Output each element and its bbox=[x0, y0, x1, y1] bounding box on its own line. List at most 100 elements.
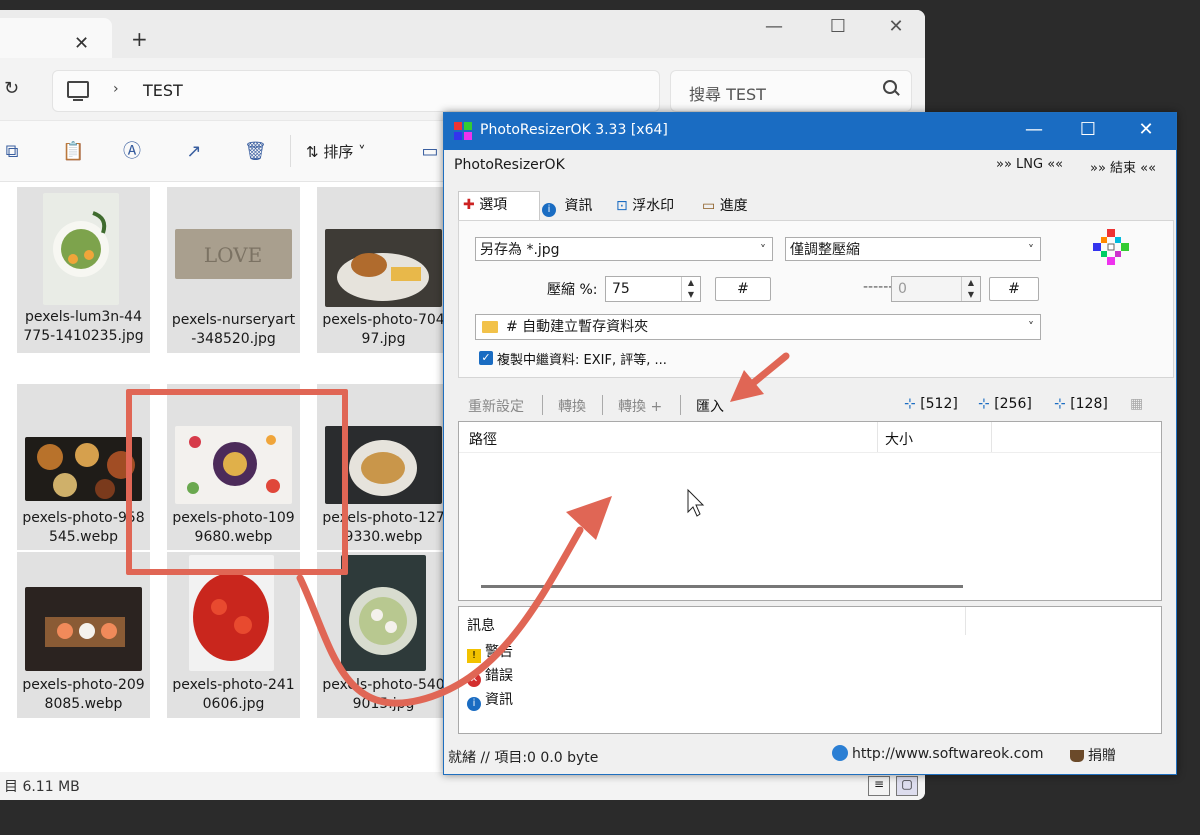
view-icon[interactable]: ▭ bbox=[420, 143, 440, 161]
horizontal-scrollbar[interactable] bbox=[481, 585, 963, 588]
maximize-icon[interactable]: ☐ bbox=[818, 16, 858, 37]
tab-bar: ✕ + — ☐ ✕ bbox=[0, 10, 925, 58]
size-label: [256] bbox=[994, 396, 1032, 412]
reset-button[interactable]: 重新設定 bbox=[468, 396, 524, 416]
donate-label: 捐贈 bbox=[1088, 748, 1116, 764]
tab-info[interactable]: i 資訊 bbox=[538, 193, 612, 219]
delete-icon[interactable]: 🗑 bbox=[244, 143, 267, 161]
share-icon[interactable]: ↗ bbox=[184, 143, 204, 161]
chevron-right-icon[interactable]: › bbox=[113, 81, 119, 97]
warning-filter[interactable]: ! 警告 bbox=[467, 641, 513, 663]
import-button[interactable]: 匯入 bbox=[696, 396, 724, 416]
search-icon[interactable] bbox=[883, 80, 897, 94]
chevron-down-icon: ˅ bbox=[1028, 320, 1034, 334]
size-512-button[interactable]: ⊹ [512] bbox=[904, 396, 958, 412]
file-item[interactable]: LOVE pexels-nurseryart-348520.jpg bbox=[167, 187, 300, 353]
add-tab-icon[interactable]: + bbox=[131, 27, 148, 51]
menu-bar: PhotoResizerOK »» LNG «« »» 結束 «« bbox=[444, 151, 1176, 179]
computer-icon bbox=[67, 81, 89, 101]
spinner-arrows-icon[interactable]: ▲ ▼ bbox=[681, 277, 700, 301]
file-item[interactable]: pexels-photo-2410606.jpg bbox=[167, 552, 300, 718]
compression-spinner[interactable]: 75 ▲ ▼ bbox=[605, 276, 701, 302]
action-divider bbox=[680, 395, 681, 415]
paste-icon[interactable]: 📋 bbox=[62, 143, 84, 161]
error-filter[interactable]: ✕ 錯誤 bbox=[467, 665, 513, 687]
globe-icon bbox=[832, 745, 848, 761]
convert-button[interactable]: 轉換 bbox=[558, 396, 586, 416]
minimize-icon[interactable]: — bbox=[754, 16, 794, 37]
size-256-button[interactable]: ⊹ [256] bbox=[978, 396, 1032, 412]
action-divider bbox=[602, 395, 603, 415]
convert-plus-button[interactable]: 轉換 + bbox=[618, 396, 662, 416]
close-window-icon[interactable]: ✕ bbox=[876, 16, 916, 37]
rename-icon[interactable]: Ⓐ bbox=[122, 143, 142, 161]
details-view-icon[interactable]: ≡ bbox=[868, 776, 890, 796]
compression-hash-button[interactable]: # bbox=[715, 277, 771, 301]
close-tab-icon[interactable]: ✕ bbox=[74, 33, 89, 54]
action-bar: 重新設定 轉換 轉換 + 匯入 ⊹ [512] ⊹ [256] ⊹ [128] … bbox=[458, 393, 1172, 415]
tab-label: 選項 bbox=[479, 197, 508, 213]
file-thumbnail bbox=[25, 587, 142, 671]
grid-icon[interactable]: ▦ bbox=[1130, 396, 1143, 412]
window-title: PhotoResizerOK 3.33 [x64] bbox=[480, 122, 668, 138]
chevron-down-icon: ˅ bbox=[1028, 243, 1034, 257]
resize-icon: ⊹ bbox=[1054, 396, 1066, 412]
folder-value: # 自動建立暫存資料夾 bbox=[506, 319, 649, 335]
copy-metadata-checkbox[interactable]: ✓ bbox=[479, 351, 493, 365]
address-path: TEST bbox=[143, 81, 183, 100]
tab-watermark[interactable]: ⊡ 浮水印 bbox=[612, 193, 696, 219]
tab-options[interactable]: ✚ 選項 bbox=[458, 191, 540, 220]
info-filter[interactable]: i 資訊 bbox=[467, 689, 513, 711]
annotation-highlight-box bbox=[126, 389, 348, 575]
refresh-icon[interactable]: ↻ bbox=[4, 78, 19, 99]
save-as-select[interactable]: 另存為 *.jpg ˅ bbox=[475, 237, 773, 261]
file-item[interactable]: pexels-lum3n-44775-1410235.jpg bbox=[17, 187, 150, 353]
donate-link[interactable]: 捐贈 bbox=[1070, 745, 1116, 765]
tab-label: 進度 bbox=[719, 198, 748, 214]
message-header: 訊息 bbox=[467, 618, 495, 634]
message-panel: 訊息 ! 警告 ✕ 錯誤 i 資訊 bbox=[458, 606, 1162, 734]
second-hash-button[interactable]: # bbox=[989, 277, 1039, 301]
tab-progress[interactable]: ▭ 進度 bbox=[698, 193, 772, 219]
file-name: pexels-photo-2098085.webp bbox=[22, 677, 145, 712]
compression-value: 75 bbox=[612, 281, 630, 297]
file-name: pexels-nurseryart-348520.jpg bbox=[171, 312, 296, 347]
file-item[interactable]: pexels-photo-70497.jpg bbox=[317, 187, 450, 353]
copy-icon[interactable]: ⧉ bbox=[2, 143, 22, 161]
explorer-tab[interactable]: ✕ bbox=[0, 18, 112, 58]
file-item[interactable]: pexels-photo-2098085.webp bbox=[17, 552, 150, 718]
close-window-icon[interactable]: ✕ bbox=[1126, 119, 1166, 140]
maximize-icon[interactable]: ☐ bbox=[1068, 119, 1108, 140]
file-thumbnail bbox=[325, 229, 442, 307]
second-spinner[interactable]: 0 ▲ ▼ bbox=[891, 276, 981, 302]
sort-button[interactable]: ⇅ 排序 ˅ bbox=[306, 141, 366, 162]
address-bar[interactable]: › TEST bbox=[52, 70, 660, 112]
file-list[interactable]: 路徑 大小 bbox=[458, 421, 1162, 601]
size-128-button[interactable]: ⊹ [128] bbox=[1054, 396, 1108, 412]
column-size[interactable]: 大小 bbox=[885, 429, 913, 449]
folder-select[interactable]: # 自動建立暫存資料夾 ˅ bbox=[475, 314, 1041, 340]
tiles-view-icon[interactable]: ▢ bbox=[896, 776, 918, 796]
file-name: pexels-lum3n-44775-1410235.jpg bbox=[23, 309, 144, 344]
search-input[interactable]: 搜尋 TEST bbox=[670, 70, 912, 112]
column-path[interactable]: 路徑 bbox=[469, 429, 497, 449]
website-link[interactable]: http://www.softwareok.com bbox=[832, 745, 1044, 762]
address-bar-row: ↻ › TEST 搜尋 TEST bbox=[0, 66, 925, 114]
file-item[interactable]: pexels-photo-5409015.jpg bbox=[317, 552, 450, 718]
language-menu[interactable]: »» LNG «« bbox=[996, 157, 1063, 172]
mode-select[interactable]: 僅調整壓縮 ˅ bbox=[785, 237, 1041, 261]
spinner-arrows-icon[interactable]: ▲ ▼ bbox=[961, 277, 980, 301]
minimize-icon[interactable]: — bbox=[1014, 119, 1054, 140]
status-bar: 就緒 // 項目:0 0.0 byte http://www.softwareo… bbox=[444, 741, 1176, 771]
app-logo-icon bbox=[1093, 229, 1129, 265]
copy-metadata-label: 複製中繼資料: EXIF, 評等, ... bbox=[497, 353, 667, 368]
dash-label: ------ bbox=[863, 279, 894, 295]
folder-icon bbox=[482, 321, 498, 333]
file-name: pexels-photo-2410606.jpg bbox=[172, 677, 295, 712]
exit-menu[interactable]: »» 結束 «« bbox=[1090, 157, 1156, 176]
resize-icon: ⊹ bbox=[978, 396, 990, 412]
search-placeholder: 搜尋 TEST bbox=[689, 85, 766, 104]
status-text: 就緒 // 項目:0 0.0 byte bbox=[448, 750, 599, 766]
file-name: pexels-photo-70497.jpg bbox=[322, 312, 445, 347]
app-logo-icon bbox=[454, 122, 472, 140]
